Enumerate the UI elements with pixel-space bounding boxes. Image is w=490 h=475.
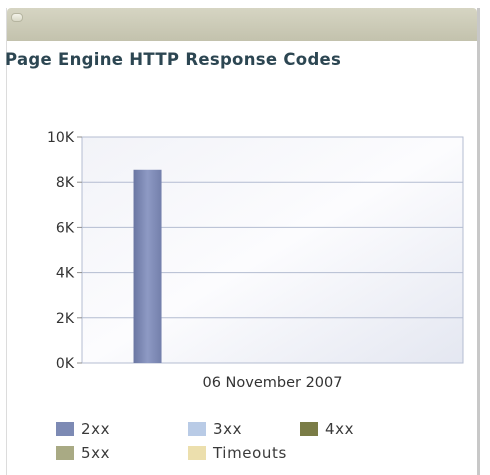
y-tick-label: 10K <box>47 130 75 146</box>
legend-item[interactable]: 3xx <box>188 420 242 438</box>
y-tick-label: 6K <box>56 220 75 236</box>
legend-item[interactable]: Timeouts <box>188 444 287 462</box>
legend-label: 2xx <box>81 420 111 438</box>
legend-swatch <box>300 422 318 436</box>
y-tick-label: 8K <box>56 175 75 191</box>
legend-item[interactable]: 2xx <box>56 420 110 438</box>
chart-legend: 2xx 3xx 4xx 5xx Timeouts <box>56 420 436 466</box>
y-tick-label: 2K <box>56 311 75 327</box>
legend-label: Timeouts <box>213 444 287 462</box>
y-tick-label: 4K <box>56 266 75 282</box>
legend-swatch <box>188 446 206 460</box>
bar-2xx[interactable] <box>133 169 162 363</box>
legend-label: 5xx <box>81 444 111 462</box>
legend-item[interactable]: 5xx <box>56 444 110 462</box>
legend-swatch <box>56 422 74 436</box>
x-tick-label: 06 November 2007 <box>202 375 342 391</box>
y-tick-label: 0K <box>56 356 75 372</box>
legend-label: 3xx <box>213 420 243 438</box>
legend-item[interactable]: 4xx <box>300 420 354 438</box>
legend-swatch <box>56 446 74 460</box>
legend-label: 4xx <box>325 420 355 438</box>
bar-chart: 0K 2K 4K 6K 8K 10K 06 November 2007 <box>47 130 464 391</box>
legend-swatch <box>188 422 206 436</box>
